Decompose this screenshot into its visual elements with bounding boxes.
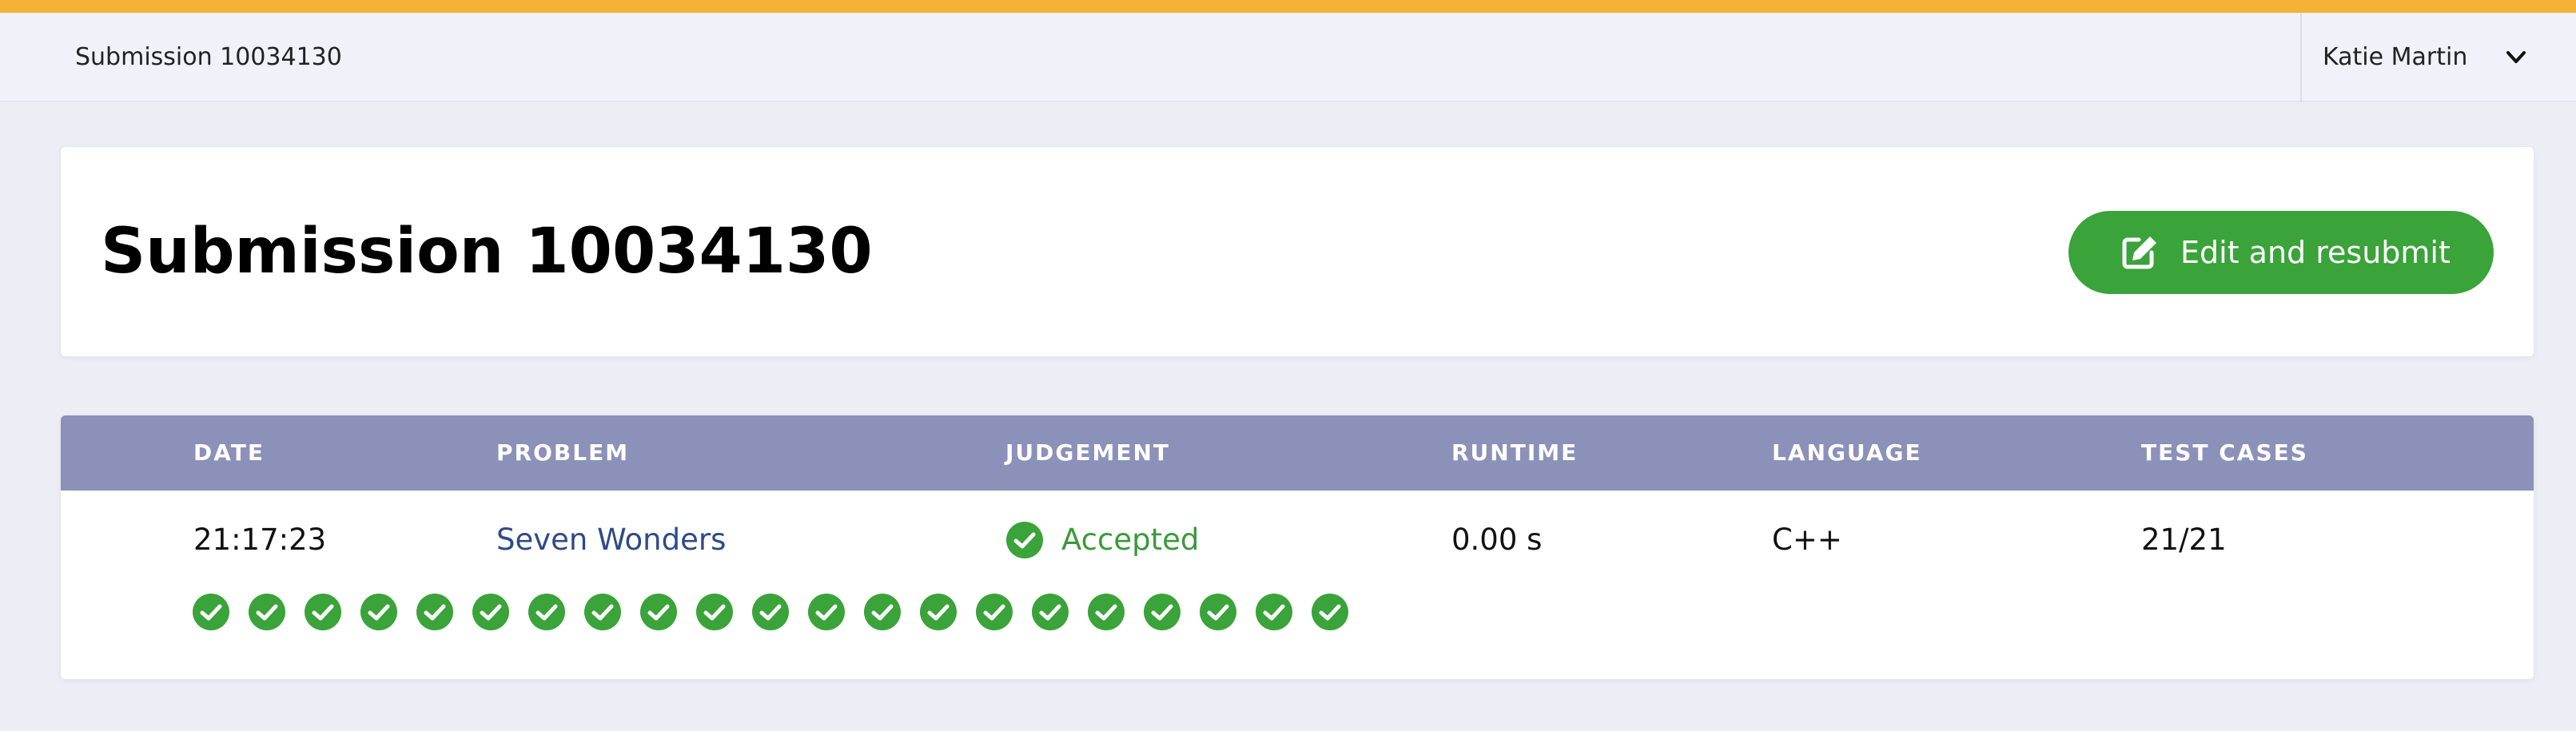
submission-date: 21:17:23 xyxy=(193,522,327,557)
table-header: DATE PROBLEM JUDGEMENT RUNTIME LANGUAGE … xyxy=(61,415,2534,491)
submission-header-card: Submission 10034130 Edit and resubmit xyxy=(61,147,2534,356)
test-case-check-icon[interactable] xyxy=(528,593,566,631)
column-header-problem: PROBLEM xyxy=(496,439,630,466)
column-header-date: DATE xyxy=(193,439,265,466)
test-case-check-icon[interactable] xyxy=(1087,593,1125,631)
problem-link[interactable]: Seven Wonders xyxy=(496,522,726,558)
test-case-check-icon[interactable] xyxy=(472,593,510,631)
top-bar: Submission 10034130 Katie Martin xyxy=(0,13,2576,102)
test-case-check-icon[interactable] xyxy=(1311,593,1349,631)
test-case-check-icon[interactable] xyxy=(975,593,1013,631)
test-case-check-icon[interactable] xyxy=(192,593,230,631)
resubmit-label: Edit and resubmit xyxy=(2180,235,2451,270)
test-cases-value: 21/21 xyxy=(2141,522,2227,557)
test-case-check-icon[interactable] xyxy=(863,593,902,631)
judgement-status: Accepted xyxy=(1061,522,1200,557)
user-menu[interactable]: Katie Martin xyxy=(2300,13,2576,102)
test-case-check-icon[interactable] xyxy=(1031,593,1069,631)
column-header-test-cases: TEST CASES xyxy=(2141,439,2308,466)
topbar-title: Submission 10034130 xyxy=(75,43,342,71)
chevron-down-icon xyxy=(2506,51,2526,63)
test-case-check-icon[interactable] xyxy=(919,593,958,631)
test-case-check-icon[interactable] xyxy=(304,593,342,631)
check-circle-icon xyxy=(1006,522,1043,558)
edit-icon xyxy=(2122,236,2156,269)
runtime-value: 0.00 s xyxy=(1451,522,1543,557)
test-case-check-icon[interactable] xyxy=(639,593,678,631)
column-header-judgement: JUDGEMENT xyxy=(1005,439,1171,466)
test-case-check-icon[interactable] xyxy=(583,593,622,631)
test-case-check-icon[interactable] xyxy=(360,593,398,631)
test-case-check-icon[interactable] xyxy=(1255,593,1293,631)
test-case-check-icon[interactable] xyxy=(751,593,790,631)
test-case-check-icon[interactable] xyxy=(807,593,846,631)
test-case-check-icon[interactable] xyxy=(248,593,286,631)
page-title: Submission 10034130 xyxy=(101,216,873,288)
accent-stripe xyxy=(0,0,2576,13)
language-value: C++ xyxy=(1772,522,1842,557)
user-name: Katie Martin xyxy=(2323,43,2468,71)
test-case-check-icon[interactable] xyxy=(695,593,734,631)
test-case-check-icon[interactable] xyxy=(1199,593,1237,631)
test-case-check-icon[interactable] xyxy=(416,593,454,631)
column-header-runtime: RUNTIME xyxy=(1451,439,1579,466)
column-header-language: LANGUAGE xyxy=(1772,439,1922,466)
test-case-check-icon[interactable] xyxy=(1143,593,1181,631)
edit-and-resubmit-button[interactable]: Edit and resubmit xyxy=(2068,211,2494,294)
submission-table: DATE PROBLEM JUDGEMENT RUNTIME LANGUAGE … xyxy=(61,415,2534,679)
